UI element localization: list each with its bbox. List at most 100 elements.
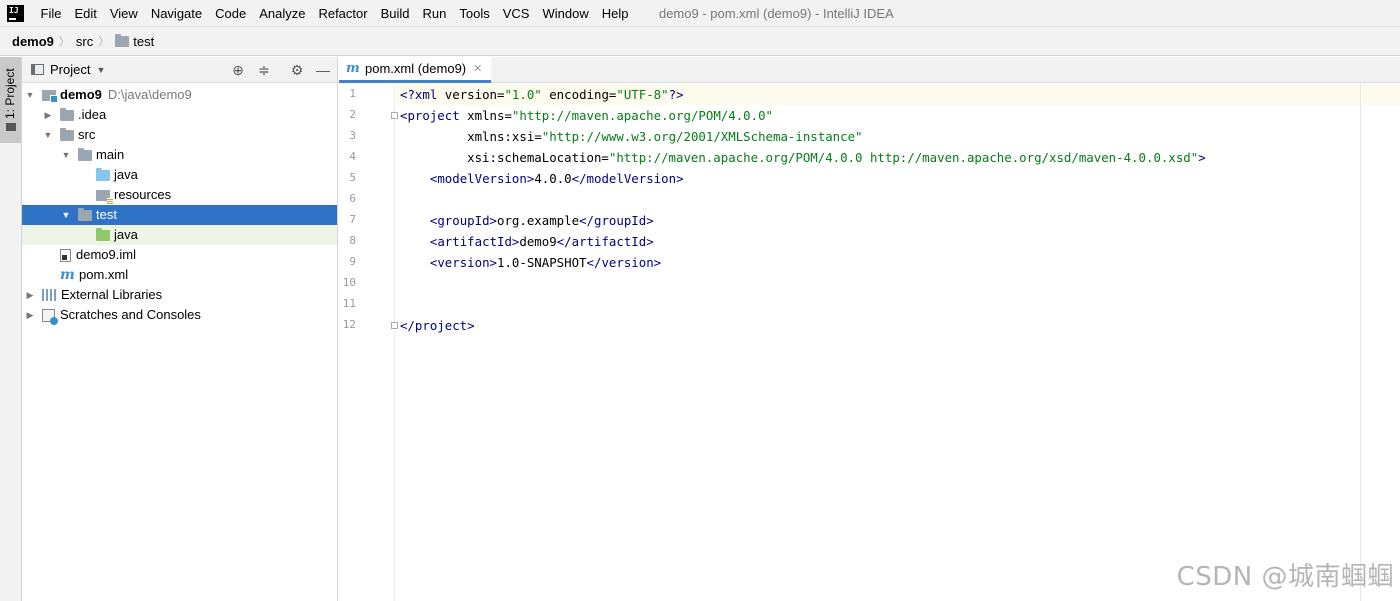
collapsed-arrow-icon[interactable]: ▶ (42, 105, 54, 125)
watermark: CSDN @城南蝈蝈 (1176, 562, 1394, 592)
breadcrumb-src[interactable]: src (76, 34, 93, 49)
code-line: <?xml version="1.0" encoding="UTF-8"?> (400, 87, 684, 102)
tree-item-main-java[interactable]: ▶ java (22, 165, 337, 185)
resources-folder-icon (96, 189, 113, 204)
menu-run[interactable]: Run (416, 0, 453, 27)
gear-icon[interactable]: ⚙ (289, 62, 305, 78)
tab-label: pom.xml (demo9) (365, 61, 467, 76)
project-view-selector[interactable]: Project (50, 62, 90, 77)
code-line: xmlns:xsi="http://www.w3.org/2001/XMLSch… (400, 129, 863, 144)
line-number: 10 (342, 276, 356, 289)
menu-window[interactable]: Window (536, 0, 595, 27)
tree-item-label: test (96, 207, 117, 222)
folder-icon (78, 207, 92, 221)
menu-build[interactable]: Build (374, 0, 416, 27)
tree-item-label: java (114, 227, 138, 242)
intellij-logo-icon: IJ (7, 4, 24, 22)
source-folder-icon (96, 167, 110, 181)
tree-item-label: .idea (78, 107, 107, 122)
tree-item-path-hint: D:\java\demo9 (107, 87, 192, 102)
code-line: <artifactId>demo9</artifactId> (429, 234, 654, 249)
line-number: 2 (349, 108, 356, 121)
iml-file-icon (60, 248, 71, 262)
tree-item-demo9-iml[interactable]: ▶ demo9.iml (22, 245, 337, 265)
menu-help[interactable]: Help (595, 0, 635, 27)
fold-toggle-icon[interactable] (391, 322, 398, 329)
scratches-icon (42, 308, 58, 325)
line-number: 11 (342, 297, 356, 310)
tree-item-scratches[interactable]: ▶ Scratches and Consoles (22, 305, 337, 325)
folder-icon (78, 147, 92, 161)
project-panel-header: Project ▼ ⊕ ≑ ⚙ — (22, 57, 337, 83)
line-number: 4 (349, 150, 356, 163)
tree-item-label: External Libraries (61, 287, 163, 302)
editor-tab-bar: m pom.xml (demo9) ✕ (339, 57, 1400, 83)
line-number: 7 (349, 213, 356, 226)
expanded-arrow-icon[interactable]: ▼ (60, 205, 72, 225)
minimize-icon[interactable]: — (315, 62, 331, 78)
menu-file[interactable]: File (34, 0, 68, 27)
menu-view[interactable]: View (103, 0, 144, 27)
project-tool-window-tab[interactable]: 1: Project (0, 57, 21, 143)
line-number: 1 (349, 87, 356, 100)
tree-item-demo9[interactable]: ▼ demo9 D:\java\demo9 (22, 85, 337, 105)
project-tab-label: 1: Project (3, 68, 17, 119)
collapsed-arrow-icon[interactable]: ▶ (24, 305, 36, 325)
tree-item-label: pom.xml (79, 267, 129, 282)
menu-navigate[interactable]: Navigate (144, 0, 208, 27)
tree-item-src[interactable]: ▼ src (22, 125, 337, 145)
menu-edit[interactable]: Edit (68, 0, 103, 27)
library-icon (42, 289, 56, 301)
code-line: <modelVersion>4.0.0</modelVersion> (429, 171, 684, 186)
expanded-arrow-icon[interactable]: ▼ (24, 85, 36, 105)
tree-item-test[interactable]: ▼ test (22, 205, 337, 225)
breadcrumb-test-label: test (133, 33, 155, 49)
fold-toggle-icon[interactable] (391, 112, 398, 119)
tree-item-pom-xml[interactable]: ▶ m pom.xml (22, 265, 337, 285)
tool-window-stripe: 1: Project (0, 57, 22, 601)
menu-analyze[interactable]: Analyze (253, 0, 312, 27)
collapse-all-icon[interactable]: ≑ (256, 62, 272, 78)
line-number: 3 (349, 129, 356, 142)
tree-item-main[interactable]: ▼ main (22, 145, 337, 165)
menu-tools[interactable]: Tools (453, 0, 496, 27)
menu-vcs[interactable]: VCS (496, 0, 536, 27)
line-number: 6 (349, 192, 356, 205)
tree-item-resources[interactable]: ▶ resources (22, 185, 337, 205)
code-line: <version>1.0-SNAPSHOT</version> (429, 255, 662, 270)
code-area[interactable]: 1 2 3 4 5 6 7 8 9 10 11 12 <?xml version… (339, 84, 1400, 601)
tree-item-label: src (78, 127, 96, 142)
chevron-right-icon: 〉 (98, 36, 110, 48)
code-line: xsi:schemaLocation="http://maven.apache.… (400, 150, 1206, 165)
menu-refactor[interactable]: Refactor (312, 0, 374, 27)
project-panel: Project ▼ ⊕ ≑ ⚙ — ▼ demo9 D:\java\demo9 … (22, 57, 338, 601)
tree-item-label: demo9 (60, 87, 102, 102)
breadcrumb-test[interactable]: test (115, 33, 155, 49)
folder-icon (6, 123, 16, 131)
editor: m pom.xml (demo9) ✕ 1 2 3 4 5 6 7 8 9 10… (339, 57, 1400, 601)
chevron-right-icon: 〉 (58, 36, 70, 48)
line-number-gutter: 1 2 3 4 5 6 7 8 9 10 11 12 (339, 84, 395, 601)
tree-item-idea[interactable]: ▶ .idea (22, 105, 337, 125)
locate-file-icon[interactable]: ⊕ (230, 62, 246, 78)
breadcrumb: demo9 〉 src 〉 test (0, 27, 1400, 56)
folder-icon (115, 33, 130, 47)
maven-icon: m (346, 61, 360, 76)
tree-item-test-java[interactable]: ▶ java (22, 225, 337, 245)
line-number: 12 (342, 318, 356, 331)
breadcrumb-project[interactable]: demo9 (12, 34, 54, 49)
maven-icon: m (60, 267, 75, 283)
close-icon[interactable]: ✕ (473, 62, 482, 75)
collapsed-arrow-icon[interactable]: ▶ (24, 285, 36, 305)
tab-pom-xml[interactable]: m pom.xml (demo9) ✕ (339, 57, 491, 83)
menu-bar: IJ File Edit View Navigate Code Analyze … (0, 0, 1400, 27)
caret-down-icon[interactable]: ▼ (96, 65, 105, 75)
menu-code[interactable]: Code (209, 0, 253, 27)
code-line: </project> (400, 318, 475, 333)
tree-item-label: java (114, 167, 138, 182)
tree-item-external-libraries[interactable]: ▶ External Libraries (22, 285, 337, 305)
expanded-arrow-icon[interactable]: ▼ (60, 145, 72, 165)
expanded-arrow-icon[interactable]: ▼ (42, 125, 54, 145)
folder-icon (60, 127, 74, 141)
folder-icon (60, 107, 74, 121)
